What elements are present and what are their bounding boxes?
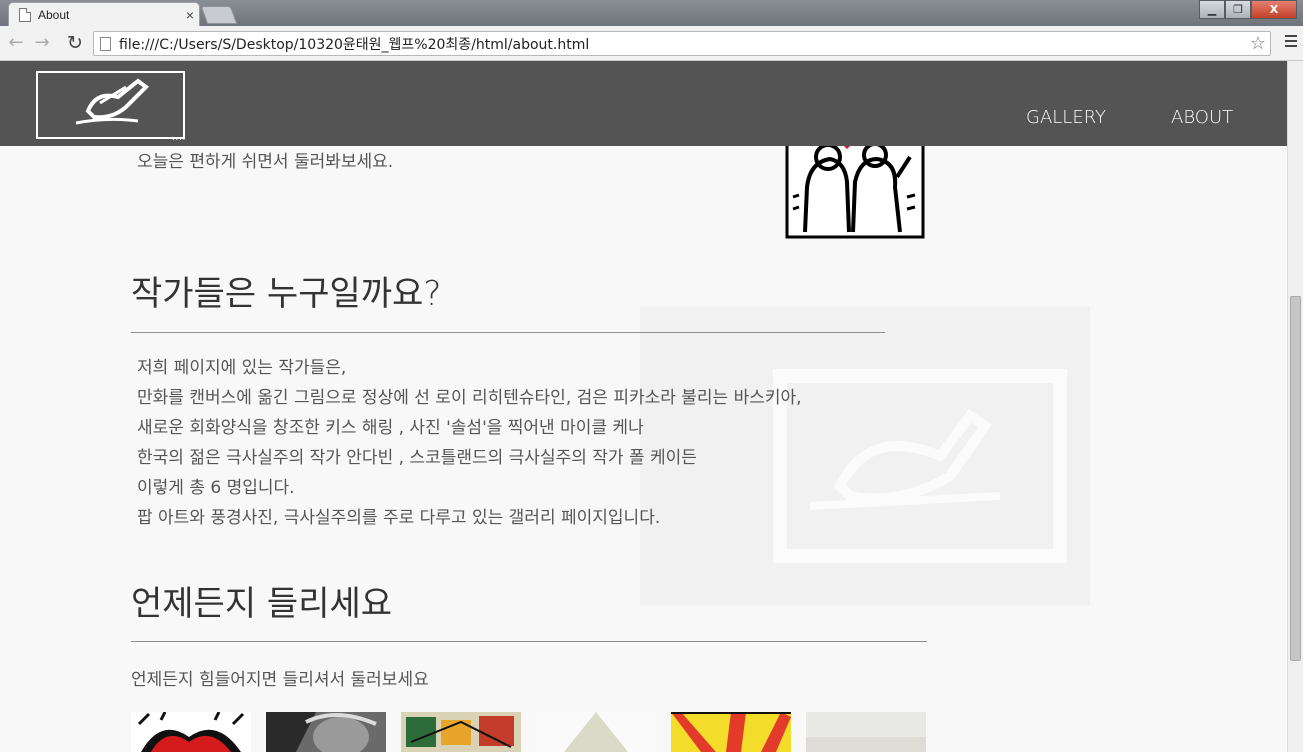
nav-about-link[interactable]: ABOUT [1171, 107, 1233, 128]
page-content: 오늘은 편하게 쉬면서 둘러봐보세요. 작가들은 누구일까요? 저희 페이지에 … [0, 61, 1287, 752]
pen-hand-logo-icon [75, 78, 150, 125]
bookmark-star-icon[interactable]: ☆ [1250, 33, 1266, 54]
nav-gallery-link[interactable]: GALLERY [1026, 107, 1106, 128]
close-window-button[interactable]: X [1251, 0, 1297, 19]
artists-description: 저희 페이지에 있는 작가들은, 만화를 캔버스에 옮긴 그림으로 정상에 선 … [137, 353, 802, 533]
site-logo[interactable] [36, 71, 185, 139]
tab-close-button[interactable]: × [181, 7, 199, 23]
description-line: 팝 아트와 풍경사진, 극사실주의를 주로 다루고 있는 갤러리 페이지입니다. [137, 508, 661, 528]
description-line: 만화를 캔버스에 옮긴 그림으로 정상에 선 로이 리히텐슈타인, 검은 피카소… [137, 388, 802, 408]
description-line: 한국의 젊은 극사실주의 작가 안다빈 , 스코틀랜드의 극사실주의 작가 폴 … [137, 448, 697, 468]
keith-haring-artwork-image [785, 137, 925, 239]
intro-text: 오늘은 편하게 쉬면서 둘러봐보세요. [137, 152, 394, 172]
maximize-button[interactable]: ❐ [1225, 0, 1251, 19]
vertical-scrollbar[interactable] [1287, 61, 1303, 752]
menu-icon[interactable] [1285, 35, 1297, 49]
description-line: 저희 페이지에 있는 작가들은, [137, 358, 347, 378]
window-controls: ▁ ❐ X [1199, 0, 1297, 19]
back-arrow-icon[interactable]: ← [4, 32, 28, 54]
page-viewport: 오늘은 편하게 쉬면서 둘러봐보세요. 작가들은 누구일까요? 저희 페이지에 … [0, 61, 1287, 752]
section-divider [131, 332, 885, 333]
visit-subtitle: 언제든지 힘들어지면 들리셔서 둘러보세요 [131, 670, 429, 690]
tab-title: About [38, 7, 70, 22]
minimize-button[interactable]: ▁ [1199, 0, 1225, 19]
forward-arrow-icon[interactable]: → [30, 32, 54, 54]
gallery-thumbnail-row [131, 712, 926, 752]
description-line: 새로운 회화양식을 창조한 키스 해링 , 사진 '솔섬'을 찍어낸 마이클 케… [137, 418, 644, 438]
site-header: .... GALLERY ABOUT [0, 61, 1287, 146]
browser-tab[interactable]: About × [8, 2, 200, 26]
page-icon [100, 36, 111, 51]
gallery-thumbnail[interactable] [536, 712, 656, 752]
url-text[interactable]: file:///C:/Users/S/Desktop/10320윤태원_웹프%2… [119, 34, 1250, 54]
gallery-thumbnail[interactable] [131, 712, 251, 752]
address-bar[interactable]: file:///C:/Users/S/Desktop/10320윤태원_웹프%2… [93, 31, 1271, 56]
description-line: 이렇게 총 6 명입니다. [137, 478, 295, 498]
new-tab-button[interactable] [200, 6, 238, 24]
gallery-thumbnail[interactable] [671, 712, 791, 752]
gallery-thumbnail[interactable] [266, 712, 386, 752]
visit-section-title: 언제든지 들리세요 [131, 584, 393, 624]
reload-icon[interactable]: ↻ [63, 32, 87, 54]
gallery-thumbnail[interactable] [401, 712, 521, 752]
artists-section-title: 작가들은 누구일까요? [131, 274, 442, 314]
scrollbar-thumb[interactable] [1290, 296, 1301, 661]
document-icon [19, 7, 31, 22]
gallery-thumbnail[interactable] [806, 712, 926, 752]
browser-toolbar: ← → ↻ file:///C:/Users/S/Desktop/10320윤태… [0, 26, 1303, 61]
logo-dots: .... [172, 133, 187, 142]
browser-title-bar: About × ▁ ❐ X [0, 0, 1303, 26]
section-divider [131, 641, 927, 642]
